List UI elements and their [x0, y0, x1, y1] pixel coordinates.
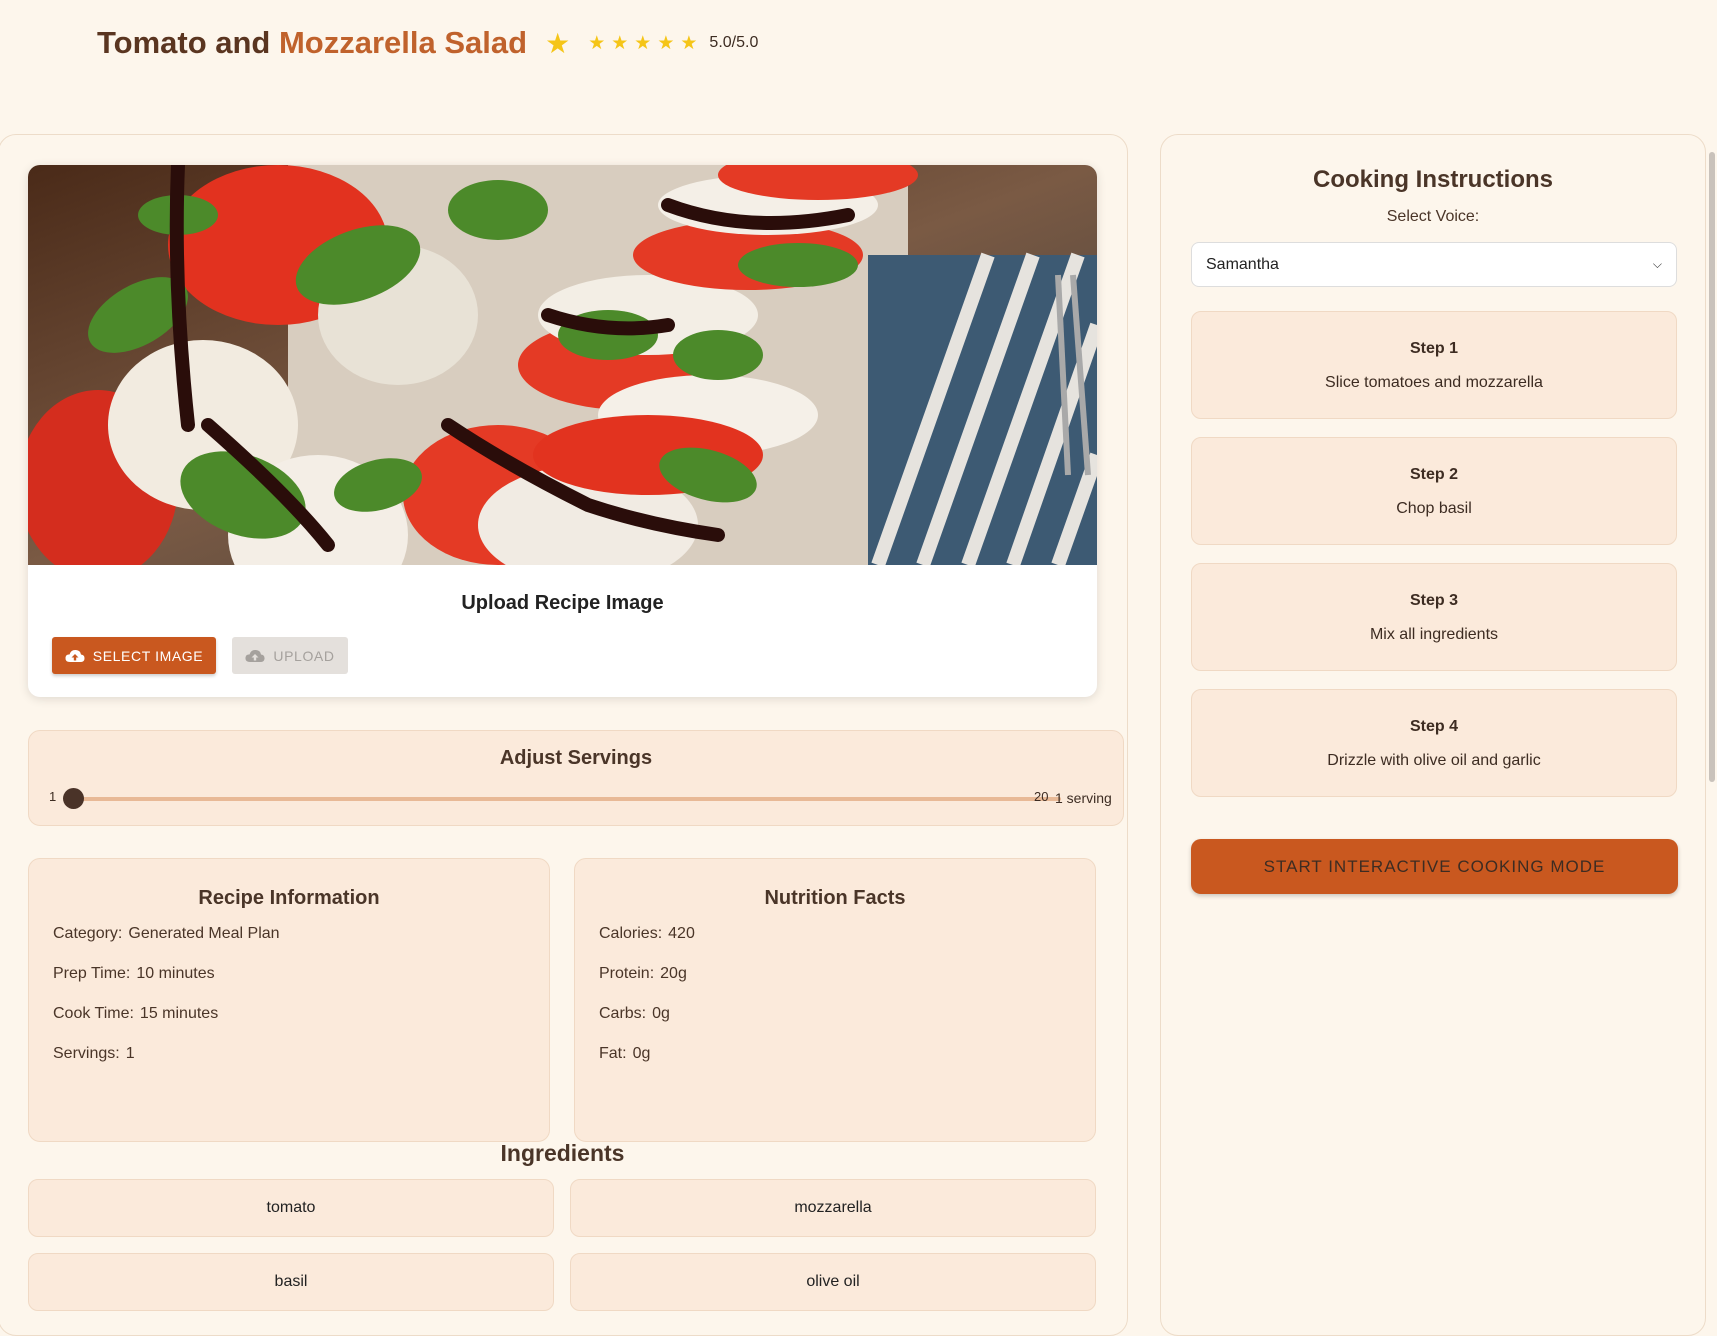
recipe-title: Tomato and Mozzarella Salad: [97, 25, 527, 61]
nutrition-row-protein: Protein: 20g: [599, 965, 687, 983]
recipe-title-part2: Mozzarella Salad: [278, 25, 528, 60]
ingredients-title: Ingredients: [500, 1140, 625, 1166]
info-value: 15 minutes: [139, 1005, 219, 1022]
info-key: Category:: [53, 925, 123, 942]
select-image-label: SELECT IMAGE: [92, 647, 204, 664]
nutrition-row-calories: Calories: 420: [599, 925, 695, 943]
step-text: Drizzle with olive oil and garlic: [1327, 752, 1541, 769]
upload-button[interactable]: UPLOAD: [232, 637, 348, 674]
star-icon[interactable]: ★: [680, 32, 697, 55]
upload-recipe-image-title: Upload Recipe Image: [461, 592, 664, 614]
servings-slider-thumb[interactable]: [63, 788, 84, 809]
step-title: Step 4: [1409, 718, 1458, 735]
nutrition-value: 0g: [632, 1045, 651, 1062]
ingredient-item: basil: [28, 1253, 554, 1311]
voice-select[interactable]: Samantha ⌵: [1191, 242, 1677, 287]
step-text: Chop basil: [1396, 500, 1472, 517]
nutrition-key: Carbs:: [599, 1005, 647, 1022]
nutrition-facts-title: Nutrition Facts: [764, 887, 906, 909]
nutrition-key: Calories:: [599, 925, 663, 942]
info-row-cook-time: Cook Time: 15 minutes: [53, 1005, 218, 1023]
info-value: 1: [125, 1045, 135, 1062]
voice-selected-value: Samantha: [1206, 255, 1279, 273]
step-title: Step 2: [1409, 466, 1458, 483]
info-value: Generated Meal Plan: [128, 925, 280, 942]
select-image-button[interactable]: SELECT IMAGE: [52, 637, 216, 674]
nutrition-key: Protein:: [599, 965, 655, 982]
upload-label: UPLOAD: [273, 647, 335, 664]
recipe-information-title: Recipe Information: [198, 887, 380, 909]
adjust-servings-title: Adjust Servings: [499, 747, 653, 769]
ingredient-item: mozzarella: [570, 1179, 1096, 1237]
slider-min-label: 1: [49, 789, 57, 804]
nutrition-value: 420: [668, 925, 695, 942]
cooking-instructions-title: Cooking Instructions: [1313, 166, 1553, 193]
ingredient-item: olive oil: [570, 1253, 1096, 1311]
step-card[interactable]: Step 1 Slice tomatoes and mozzarella: [1191, 311, 1677, 419]
step-text: Slice tomatoes and mozzarella: [1325, 374, 1543, 391]
star-icon[interactable]: ★: [634, 32, 651, 55]
recipe-header: Tomato and Mozzarella Salad ★ ★ ★ ★ ★ ★ …: [97, 18, 758, 68]
star-icon[interactable]: ★: [657, 32, 674, 55]
chevron-down-icon: ⌵: [1652, 257, 1662, 271]
info-key: Cook Time:: [53, 1005, 134, 1022]
servings-slider-track[interactable]: [65, 797, 1061, 801]
info-row-category: Category: Generated Meal Plan: [53, 925, 280, 943]
step-card[interactable]: Step 4 Drizzle with olive oil and garlic: [1191, 689, 1677, 797]
servings-value-label: 1 serving: [1055, 790, 1112, 806]
step-title: Step 1: [1409, 340, 1458, 357]
cloud-upload-icon: [65, 649, 85, 662]
star-icon[interactable]: ★: [611, 32, 628, 55]
page-scrollbar[interactable]: [1709, 152, 1715, 782]
recipe-photo: [28, 165, 1097, 565]
info-key: Prep Time:: [53, 965, 131, 982]
nutrition-facts-card: Nutrition Facts Calories: 420 Protein: 20g…: [574, 858, 1096, 1142]
nutrition-value: 0g: [652, 1005, 670, 1022]
rating-stars: ★ ★ ★ ★ ★ 5.0/5.0: [588, 32, 758, 55]
info-row-prep-time: Prep Time: 10 minutes: [53, 965, 215, 983]
step-title: Step 3: [1409, 592, 1458, 609]
nutrition-row-fat: Fat: 0g: [599, 1045, 650, 1063]
info-row-servings: Servings: 1: [53, 1045, 135, 1063]
rating-text: 5.0/5.0: [709, 34, 759, 51]
adjust-servings-card: Adjust Servings 1 20 1 serving: [28, 730, 1124, 826]
ingredient-item: tomato: [28, 1179, 554, 1237]
step-card[interactable]: Step 3 Mix all ingredients: [1191, 563, 1677, 671]
nutrition-key: Fat:: [599, 1045, 627, 1062]
info-value: 10 minutes: [136, 965, 215, 982]
star-icon[interactable]: ★: [588, 32, 605, 55]
recipe-title-part1: Tomato and: [97, 25, 279, 60]
nutrition-value: 20g: [660, 965, 687, 982]
recipe-image-card: Upload Recipe Image SELECT IMAGE UPLOAD: [28, 165, 1097, 697]
slider-max-label: 20: [1034, 789, 1049, 804]
cloud-upload-icon: [245, 649, 265, 662]
info-key: Servings:: [53, 1045, 120, 1062]
nutrition-row-carbs: Carbs: 0g: [599, 1005, 670, 1023]
step-card[interactable]: Step 2 Chop basil: [1191, 437, 1677, 545]
step-text: Mix all ingredients: [1369, 626, 1499, 643]
favorite-star-icon[interactable]: ★: [545, 27, 570, 60]
select-voice-label: Select Voice:: [1386, 208, 1480, 225]
start-cooking-mode-button[interactable]: START INTERACTIVE COOKING MODE: [1191, 839, 1678, 894]
recipe-information-card: Recipe Information Category: Generated Me…: [28, 858, 550, 1142]
